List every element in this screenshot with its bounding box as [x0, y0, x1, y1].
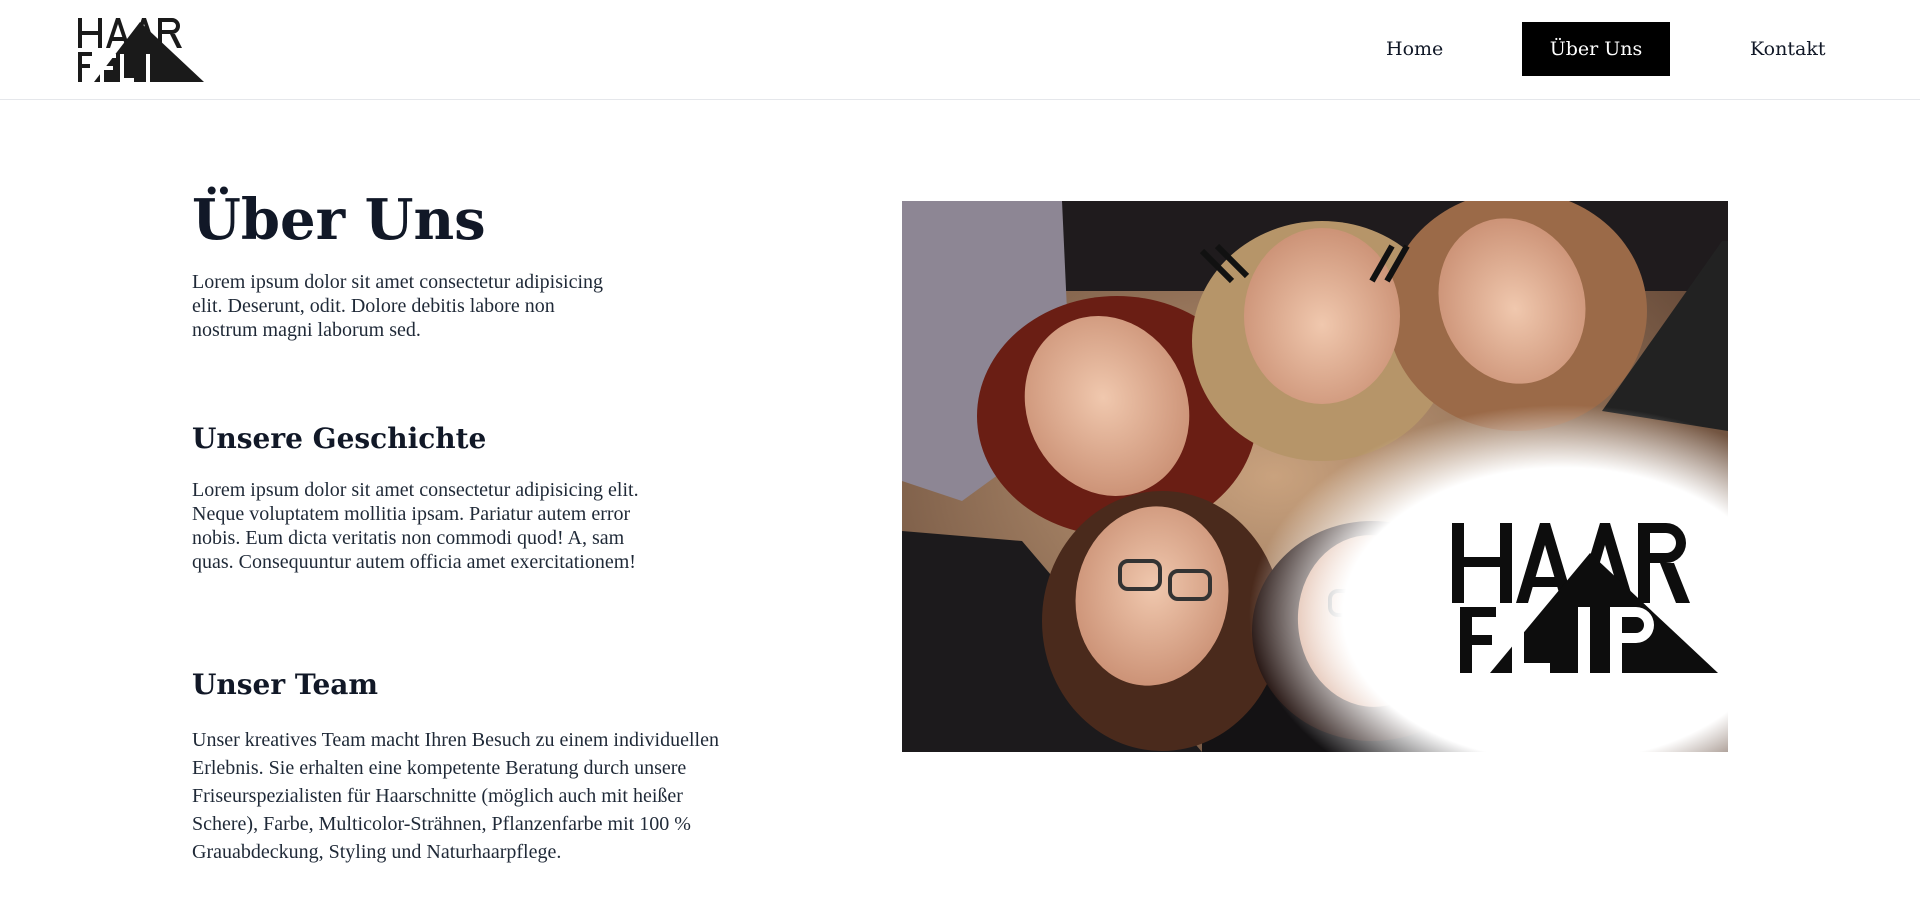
nav-kontakt[interactable]: Kontakt: [1718, 22, 1857, 76]
section-heading-team: Unser Team: [192, 668, 379, 701]
team-photo: [902, 201, 1728, 752]
haarflair-logo[interactable]: [76, 14, 204, 84]
haarflair-logo-icon: [78, 18, 204, 82]
page-title: Über Uns: [192, 187, 486, 253]
team-photo-illustration: [902, 201, 1728, 752]
intro-block: Über Uns Lorem ipsum dolor sit amet cons…: [192, 187, 722, 342]
section-text-geschichte: Lorem ipsum dolor sit amet consectetur a…: [192, 479, 639, 573]
nav-ueber-uns[interactable]: Über Uns: [1522, 22, 1670, 76]
site-header: Home Über Uns Kontakt: [0, 0, 1920, 100]
section-heading-geschichte: Unsere Geschichte: [192, 422, 487, 455]
nav-home[interactable]: Home: [1354, 22, 1475, 76]
intro-text: Lorem ipsum dolor sit amet consectetur a…: [192, 270, 604, 341]
section-text-team: Unser kreatives Team macht Ihren Besuch …: [192, 729, 719, 863]
